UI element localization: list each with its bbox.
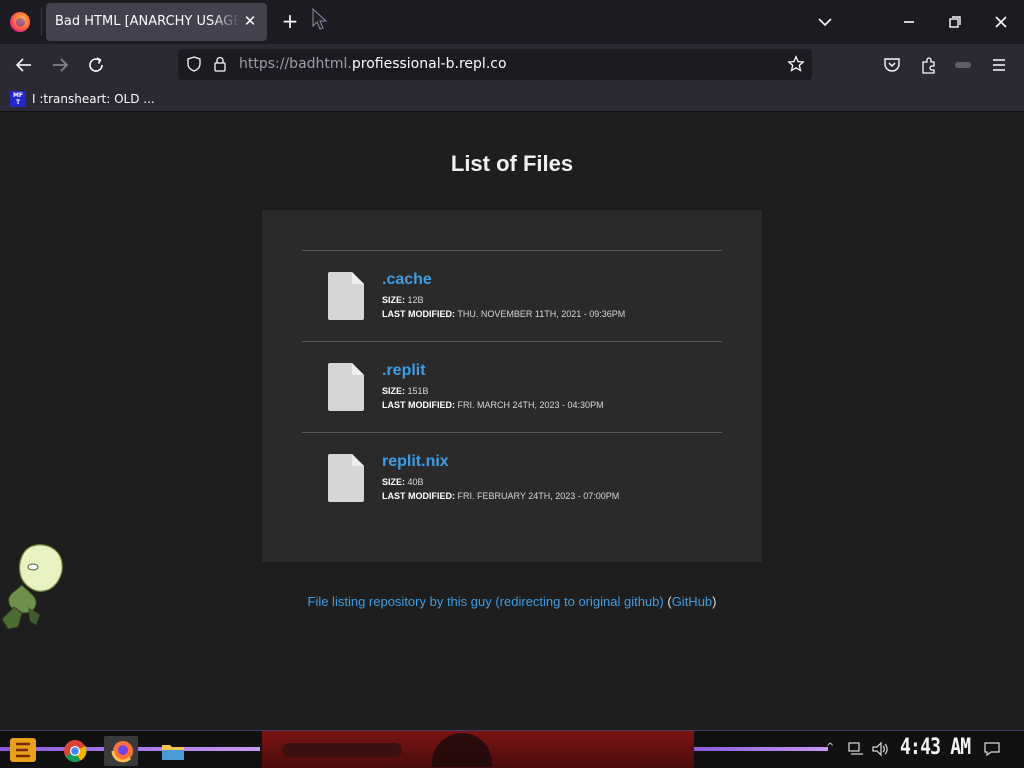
- github-link[interactable]: GitHub: [672, 594, 712, 609]
- file-row[interactable]: replit.nix Size: 40b Last Modified: Fri.…: [302, 432, 722, 523]
- reload-icon[interactable]: [83, 52, 109, 78]
- navigation-bar: https://badhtml.profiessional-b.repl.co: [0, 44, 1024, 85]
- bookmarks-bar: MF T I :transheart: OLD ...: [0, 85, 1024, 112]
- file-row[interactable]: .replit Size: 151b Last Modified: Fri. M…: [302, 341, 722, 432]
- footer-close-paren: ): [712, 594, 717, 609]
- firefox-taskbar-icon[interactable]: [104, 736, 138, 766]
- file-explorer-icon[interactable]: [156, 736, 190, 766]
- back-arrow-icon[interactable]: [11, 52, 37, 78]
- tab-strip: Bad HTML [ANARCHY USAGE ONLY] ✕ +: [0, 0, 1024, 44]
- chevron-down-icon[interactable]: [814, 12, 836, 32]
- window-minimize-icon[interactable]: [886, 0, 932, 44]
- file-list: .cache Size: 12b Last Modified: Thu. Nov…: [302, 250, 722, 523]
- forward-arrow-icon[interactable]: [47, 52, 73, 78]
- url-prefix: https://badhtml.: [239, 56, 352, 72]
- mouse-cursor-icon: [312, 8, 328, 30]
- page-title: List of Files: [450, 151, 574, 176]
- modified-label: Last Modified:: [382, 491, 455, 501]
- size-label: Size:: [382, 477, 406, 487]
- url-domain: profiessional-b.repl.co: [351, 56, 507, 72]
- modified-value: Thu. November 11th, 2021 - 09:36pm: [457, 309, 626, 319]
- url-text[interactable]: https://badhtml.profiessional-b.repl.co: [239, 56, 507, 72]
- url-bar[interactable]: https://badhtml.profiessional-b.repl.co: [178, 49, 812, 80]
- file-size: Size: 40b: [382, 477, 424, 487]
- file-modified: Last Modified: Thu. November 11th, 2021 …: [382, 309, 625, 319]
- file-name-link[interactable]: replit.nix: [382, 453, 449, 471]
- volume-icon[interactable]: [871, 741, 889, 757]
- new-tab-icon[interactable]: +: [278, 10, 302, 34]
- tab-title: Bad HTML [ANARCHY USAGE ONLY]: [55, 14, 240, 29]
- modified-value: Fri. February 24th, 2023 - 07:00pm: [457, 491, 620, 501]
- modified-label: Last Modified:: [382, 400, 455, 410]
- notification-center-icon[interactable]: [983, 741, 1001, 757]
- tab-separator: [41, 8, 42, 36]
- size-value: 12b: [407, 295, 424, 305]
- tray-expand-icon[interactable]: ^: [826, 742, 834, 753]
- modified-value: Fri. March 24th, 2023 - 04:30pm: [457, 400, 604, 410]
- file-size: Size: 151b: [382, 386, 429, 396]
- footer: File listing repository by this guy (red…: [0, 594, 1024, 609]
- shield-icon[interactable]: [185, 55, 203, 73]
- bookmark-star-icon[interactable]: [787, 55, 805, 73]
- size-label: Size:: [382, 295, 406, 305]
- start-menu-icon[interactable]: [8, 736, 38, 764]
- extensions-puzzle-icon[interactable]: [918, 54, 940, 76]
- character-sticker-image: [1, 544, 63, 630]
- page-content: List of Files .cache Size: 12b Last Modi…: [0, 113, 1024, 730]
- file-name-link[interactable]: .replit: [382, 362, 426, 380]
- size-value: 151b: [407, 386, 429, 396]
- modified-label: Last Modified:: [382, 309, 455, 319]
- lock-icon[interactable]: [212, 55, 228, 73]
- file-list-panel: .cache Size: 12b Last Modified: Thu. Nov…: [262, 210, 762, 562]
- file-name-link[interactable]: .cache: [382, 271, 432, 289]
- file-size: Size: 12b: [382, 295, 424, 305]
- window-close-icon[interactable]: [978, 0, 1024, 44]
- file-icon[interactable]: [328, 272, 364, 320]
- extension-icon[interactable]: [952, 54, 974, 76]
- bookmark-label: I :transheart: OLD ...: [32, 91, 155, 106]
- file-row[interactable]: .cache Size: 12b Last Modified: Thu. Nov…: [302, 250, 722, 341]
- hamburger-menu-icon[interactable]: [988, 54, 1010, 76]
- bookmark-favicon-icon: MF T: [10, 90, 26, 107]
- firefox-logo-icon[interactable]: [10, 12, 30, 32]
- bookmark-item[interactable]: MF T I :transheart: OLD ...: [10, 88, 155, 109]
- size-value: 40b: [407, 477, 424, 487]
- taskbar-background-art: [262, 731, 694, 768]
- tab-close-icon[interactable]: ✕: [241, 12, 259, 30]
- file-modified: Last Modified: Fri. February 24th, 2023 …: [382, 491, 619, 501]
- browser-tab-active[interactable]: Bad HTML [ANARCHY USAGE ONLY] ✕: [46, 3, 267, 41]
- network-icon[interactable]: [848, 742, 864, 756]
- taskbar-clock[interactable]: 4:43 AM: [900, 735, 971, 760]
- taskbar: ^ 4:43 AM: [0, 730, 1024, 768]
- size-label: Size:: [382, 386, 406, 396]
- repository-link[interactable]: File listing repository by this guy (red…: [308, 594, 664, 609]
- file-icon[interactable]: [328, 454, 364, 502]
- taskbar-accent-bar: [694, 747, 828, 751]
- file-icon[interactable]: [328, 363, 364, 411]
- window-restore-icon[interactable]: [932, 0, 978, 44]
- pocket-icon[interactable]: [881, 54, 903, 76]
- file-modified: Last Modified: Fri. March 24th, 2023 - 0…: [382, 400, 604, 410]
- chrome-icon[interactable]: [58, 736, 92, 766]
